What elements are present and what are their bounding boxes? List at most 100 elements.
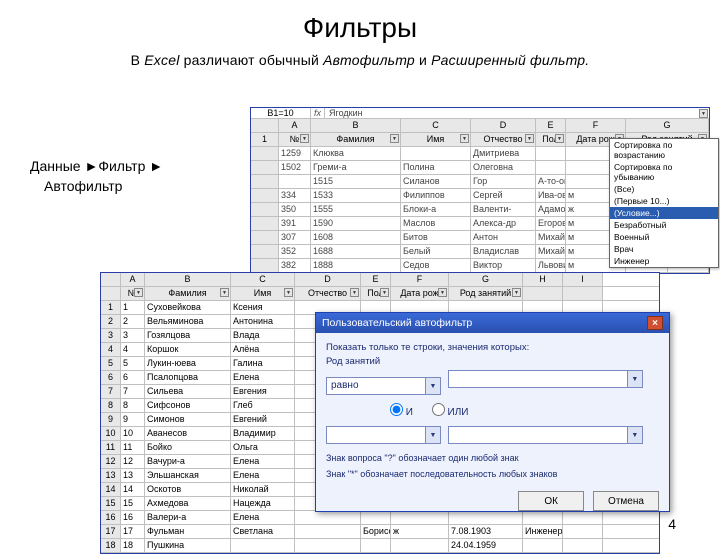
- cell[interactable]: Фульман: [145, 525, 231, 538]
- cell[interactable]: Евгений: [231, 413, 295, 426]
- row-num[interactable]: 5: [101, 357, 121, 370]
- row-num[interactable]: 17: [101, 525, 121, 538]
- filter-header[interactable]: Дата рож: [391, 287, 449, 300]
- filter-option[interactable]: Сортировка по убыванию: [610, 161, 718, 183]
- cell[interactable]: Елена: [231, 469, 295, 482]
- dialog-titlebar[interactable]: Пользовательский автофильтр ×: [316, 313, 669, 333]
- cell[interactable]: Виктор: [471, 259, 536, 272]
- col-letter[interactable]: F: [391, 273, 449, 286]
- filter-option[interactable]: Военный: [610, 231, 718, 243]
- filter-option[interactable]: Безработный: [610, 219, 718, 231]
- filter-header[interactable]: Имя: [401, 133, 471, 146]
- filter-icon[interactable]: [555, 134, 564, 143]
- cell[interactable]: 1533: [311, 189, 401, 202]
- cell[interactable]: 7.08.1903: [449, 525, 523, 538]
- cell[interactable]: [401, 147, 471, 160]
- cell[interactable]: [251, 147, 279, 160]
- cell[interactable]: Белый: [401, 245, 471, 258]
- col-letter[interactable]: C: [231, 273, 295, 286]
- filter-icon[interactable]: [220, 288, 229, 297]
- cell[interactable]: [391, 539, 449, 552]
- col-letter[interactable]: G: [449, 273, 523, 286]
- filter-header[interactable]: Род занятий: [449, 287, 523, 300]
- row-num[interactable]: 6: [101, 371, 121, 384]
- cell[interactable]: [295, 525, 361, 538]
- filter-icon[interactable]: [134, 288, 143, 297]
- cell[interactable]: 382: [279, 259, 311, 272]
- cell[interactable]: [251, 231, 279, 244]
- cell[interactable]: 334: [279, 189, 311, 202]
- cell[interactable]: Елена: [231, 455, 295, 468]
- row-num[interactable]: 11: [101, 441, 121, 454]
- cell[interactable]: Пушкина: [145, 539, 231, 552]
- row-num[interactable]: 1: [251, 133, 279, 146]
- filter-header[interactable]: [563, 287, 603, 300]
- filter-option[interactable]: (Условие...): [610, 207, 718, 219]
- cell[interactable]: Инженер: [523, 525, 563, 538]
- chevron-down-icon[interactable]: [425, 378, 440, 394]
- cell[interactable]: Симонов: [145, 413, 231, 426]
- cell[interactable]: Олеговна: [471, 161, 536, 174]
- cell[interactable]: Ольга: [231, 441, 295, 454]
- cell[interactable]: [251, 259, 279, 272]
- cell[interactable]: 10: [121, 427, 145, 440]
- cell[interactable]: Вачури-а: [145, 455, 231, 468]
- filter-header[interactable]: Имя: [231, 287, 295, 300]
- cell[interactable]: Михайлович: [536, 245, 566, 258]
- cell[interactable]: 1259: [279, 147, 311, 160]
- cell[interactable]: 12: [121, 455, 145, 468]
- col-letter[interactable]: A: [279, 119, 311, 132]
- filter-icon[interactable]: [350, 288, 359, 297]
- filter-icon[interactable]: [390, 134, 399, 143]
- filter-icon[interactable]: [512, 288, 521, 297]
- row-num[interactable]: 7: [101, 385, 121, 398]
- filter-header[interactable]: [523, 287, 563, 300]
- chevron-down-icon[interactable]: [627, 427, 642, 443]
- value-1-combo[interactable]: [448, 370, 643, 388]
- operator-1-combo[interactable]: равно: [326, 377, 441, 395]
- cell[interactable]: Суховейкова: [145, 301, 231, 314]
- cell[interactable]: 3: [121, 329, 145, 342]
- cell[interactable]: 13: [121, 469, 145, 482]
- radio-and[interactable]: И: [390, 407, 413, 418]
- cell[interactable]: Бойко: [145, 441, 231, 454]
- col-letter[interactable]: B: [145, 273, 231, 286]
- cell[interactable]: 1: [121, 301, 145, 314]
- row-num[interactable]: 4: [101, 343, 121, 356]
- cell[interactable]: Светлана: [231, 525, 295, 538]
- row-num[interactable]: 18: [101, 539, 121, 552]
- cell[interactable]: [279, 175, 311, 188]
- cell[interactable]: 1688: [311, 245, 401, 258]
- cell[interactable]: [251, 203, 279, 216]
- cell[interactable]: Греми-а: [311, 161, 401, 174]
- col-letter[interactable]: D: [295, 273, 361, 286]
- cell[interactable]: Владимир: [231, 427, 295, 440]
- cell[interactable]: 18: [121, 539, 145, 552]
- filter-icon[interactable]: [300, 134, 309, 143]
- row-num[interactable]: 2: [101, 315, 121, 328]
- col-letter[interactable]: E: [361, 273, 391, 286]
- cell[interactable]: 1888: [311, 259, 401, 272]
- cell[interactable]: Клюква: [311, 147, 401, 160]
- col-letter[interactable]: A: [121, 273, 145, 286]
- cell[interactable]: 1555: [311, 203, 401, 216]
- cell[interactable]: Борисовна: [361, 525, 391, 538]
- cell[interactable]: 14: [121, 483, 145, 496]
- col-letter[interactable]: G: [626, 119, 709, 132]
- cell[interactable]: 16: [121, 511, 145, 524]
- cell[interactable]: 2: [121, 315, 145, 328]
- cell[interactable]: 11: [121, 441, 145, 454]
- cell[interactable]: Ксения: [231, 301, 295, 314]
- row-num[interactable]: 13: [101, 469, 121, 482]
- filter-option[interactable]: (Первые 10...): [610, 195, 718, 207]
- col-letter[interactable]: E: [536, 119, 566, 132]
- cell[interactable]: 15: [121, 497, 145, 510]
- cell[interactable]: 5: [121, 357, 145, 370]
- cell[interactable]: Вельяминова: [145, 315, 231, 328]
- filter-option[interactable]: Врач: [610, 243, 718, 255]
- filter-header[interactable]: Фамилия: [145, 287, 231, 300]
- cell[interactable]: 1608: [311, 231, 401, 244]
- cell[interactable]: [231, 539, 295, 552]
- filter-icon[interactable]: [380, 288, 389, 297]
- cell[interactable]: [361, 539, 391, 552]
